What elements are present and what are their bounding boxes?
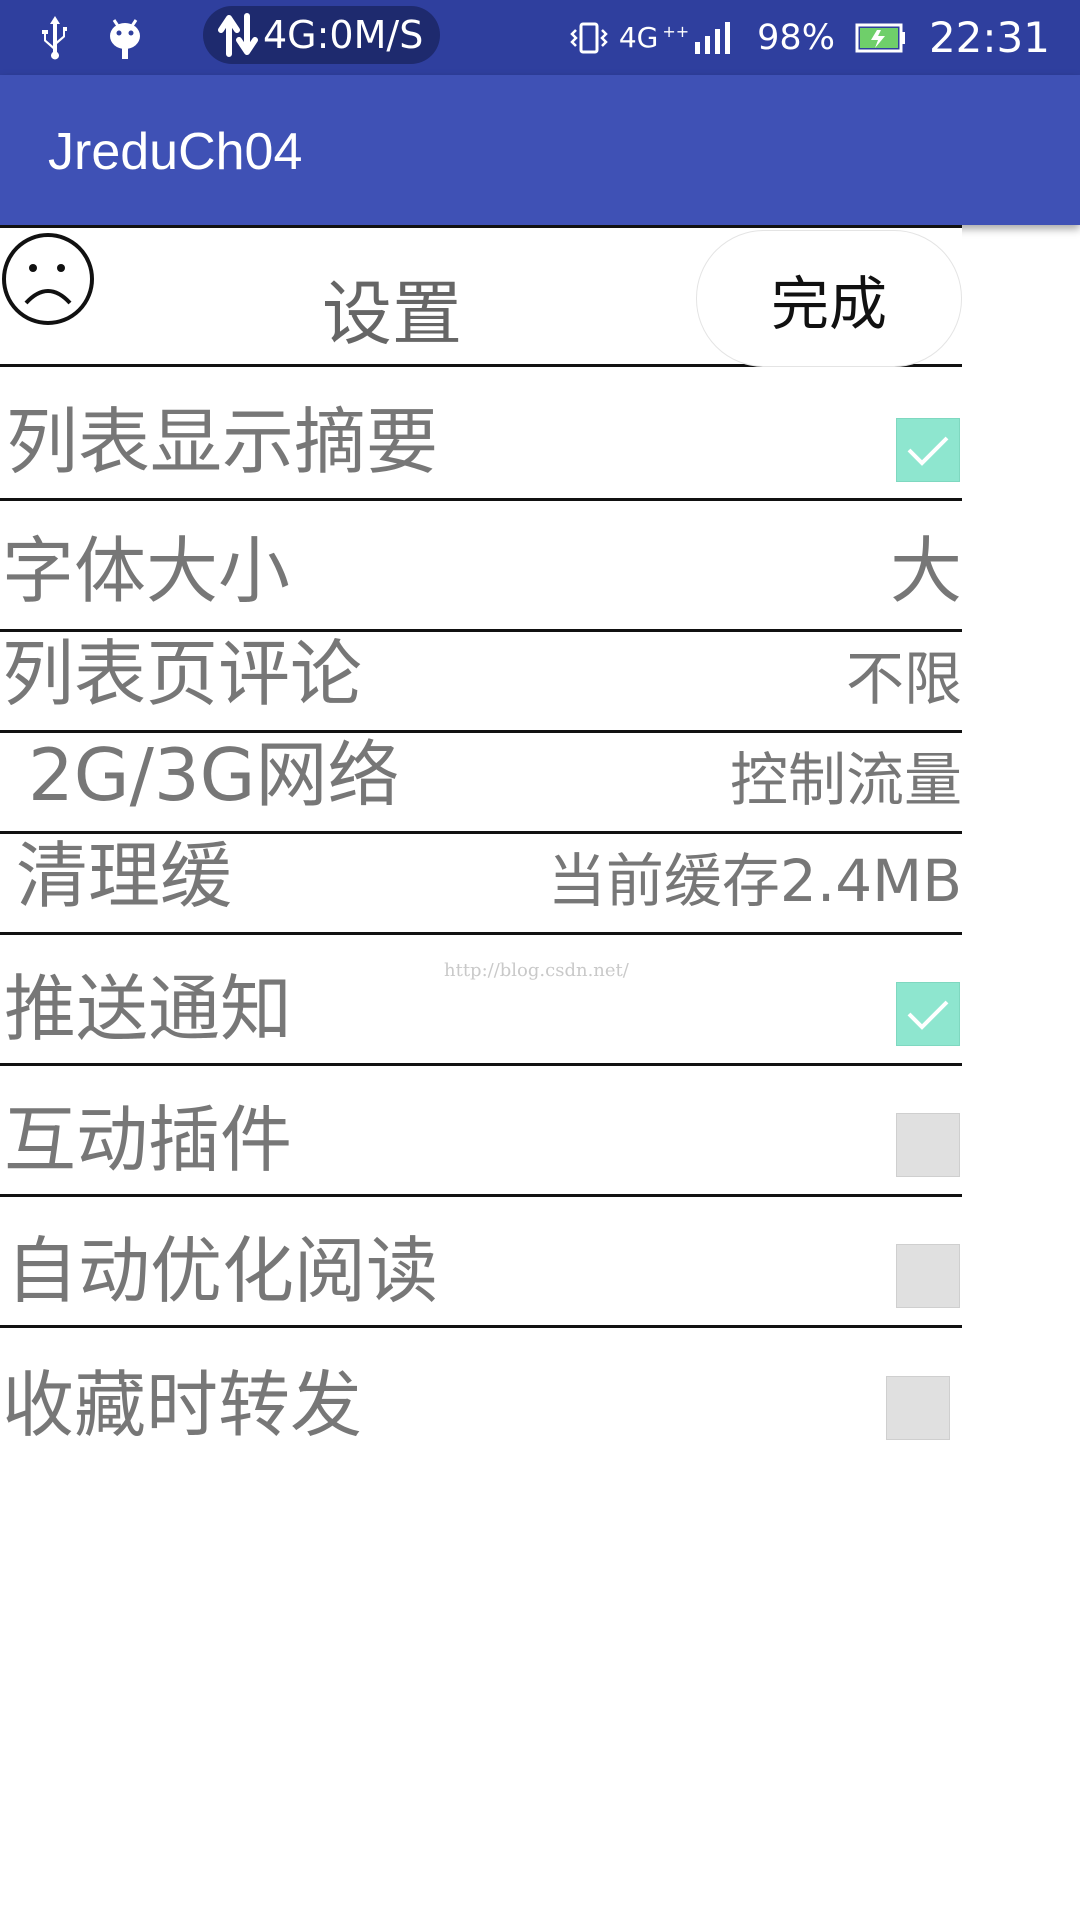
network-sup: ++ — [662, 22, 690, 41]
usb-icon — [42, 16, 67, 60]
setting-row-font-size[interactable]: 字体大小 大 — [0, 501, 962, 632]
status-bar-right: 4G ++ 98% 22:31 — [569, 0, 1050, 75]
settings-header: 设置 完成 — [0, 225, 962, 367]
setting-label: 推送通知 — [4, 967, 293, 1051]
done-button-label: 完成 — [770, 269, 887, 338]
setting-label: 清理缓 — [16, 834, 233, 918]
setting-value: 当前缓存2.4MB — [547, 847, 962, 915]
interactive-plugin-checkbox[interactable] — [896, 1113, 960, 1177]
list-summary-checkbox[interactable] — [896, 418, 960, 482]
setting-label: 收藏时转发 — [2, 1363, 363, 1447]
android-debug-icon — [110, 19, 140, 59]
app-bar: JreduCh04 — [0, 75, 1080, 225]
setting-row-auto-optimize[interactable]: 自动优化阅读 — [0, 1197, 962, 1328]
network-type: 4G — [618, 21, 659, 54]
setting-label: 字体大小 — [2, 529, 291, 613]
setting-label: 列表页评论 — [2, 632, 363, 716]
setting-value: 大 — [889, 529, 962, 613]
checkmark-icon — [907, 1000, 949, 1030]
checkmark-icon — [907, 436, 949, 466]
setting-row-clear-cache[interactable]: 清理缓 当前缓存2.4MB — [0, 834, 962, 935]
forward-on-favorite-checkbox[interactable] — [886, 1376, 950, 1440]
data-arrows-icon — [218, 13, 258, 57]
vibrate-icon — [570, 22, 608, 53]
watermark: http://blog.csdn.net/ — [444, 960, 629, 981]
setting-row-list-summary[interactable]: 列表显示摘要 — [0, 367, 962, 501]
battery-percent: 98% — [757, 17, 835, 58]
network-speed-text: 4G:0M/S — [263, 13, 424, 57]
setting-row-push-notify[interactable]: 推送通知 — [0, 935, 962, 1066]
battery-icon — [855, 23, 905, 52]
clock: 22:31 — [928, 13, 1050, 62]
status-bar: 4G:0M/S 4G ++ 98% 22:31 — [0, 0, 1080, 75]
push-notify-checkbox[interactable] — [896, 982, 960, 1046]
network-speed-pill: 4G:0M/S — [203, 6, 440, 64]
setting-label: 互动插件 — [4, 1098, 293, 1182]
setting-label: 自动优化阅读 — [6, 1229, 439, 1313]
sad-face-icon — [2, 233, 94, 325]
setting-value: 不限 — [845, 645, 962, 713]
setting-value: 控制流量 — [729, 746, 962, 814]
done-button[interactable]: 完成 — [696, 230, 962, 367]
setting-label: 2G/3G网络 — [28, 733, 400, 817]
setting-label: 列表显示摘要 — [6, 400, 439, 484]
setting-row-interactive-plugin[interactable]: 互动插件 — [0, 1066, 962, 1197]
auto-optimize-checkbox[interactable] — [896, 1244, 960, 1308]
setting-row-forward-on-favorite[interactable]: 收藏时转发 — [0, 1328, 962, 1459]
signal-icon — [695, 21, 731, 54]
page-title: 设置 — [322, 273, 462, 355]
app-title: JreduCh04 — [48, 123, 303, 181]
